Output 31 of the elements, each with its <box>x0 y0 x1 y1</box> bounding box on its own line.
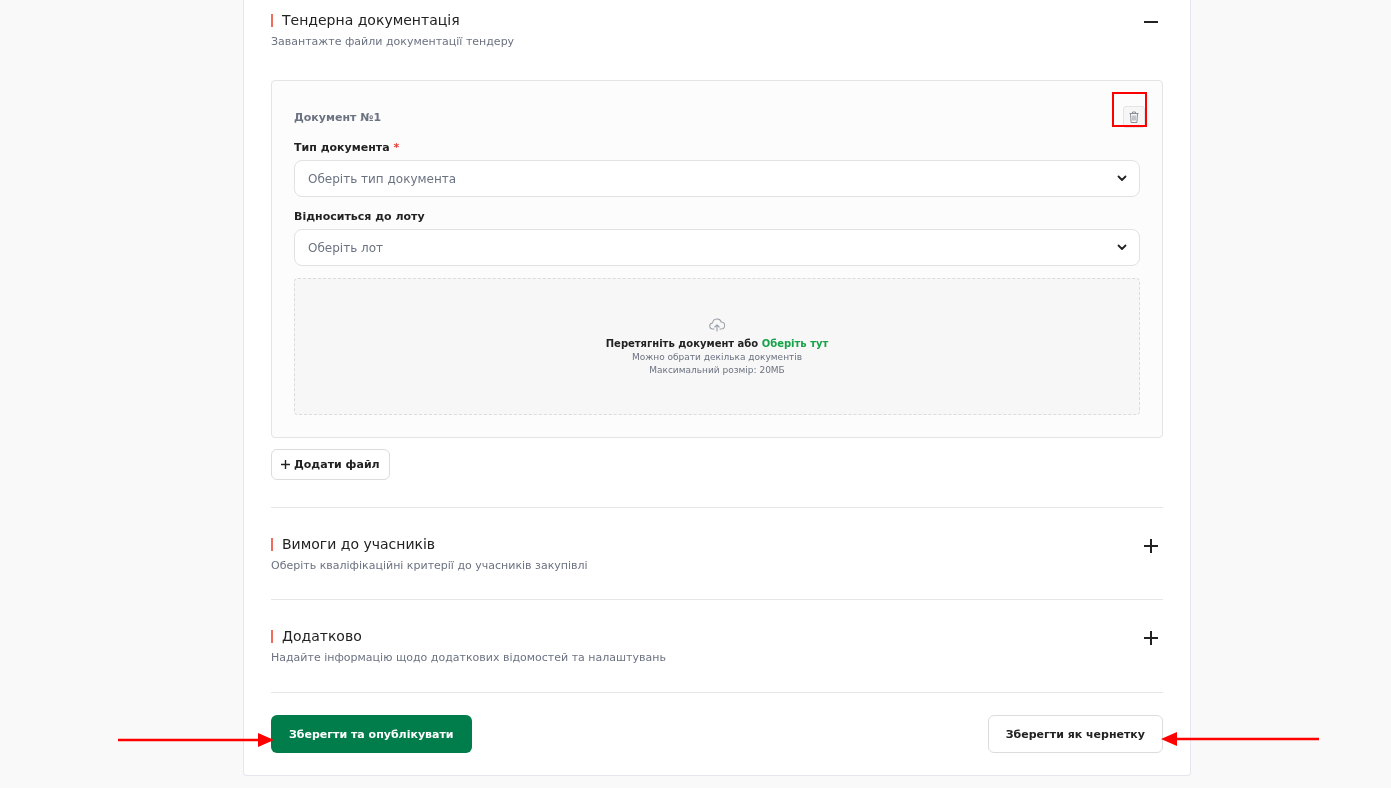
delete-button[interactable] <box>1123 106 1145 128</box>
section-subtitle: Надайте інформацію щодо додаткових відомостей та налаштувань <box>271 651 666 664</box>
section-title: Вимоги до учасників <box>282 535 436 554</box>
select-field[interactable]: Оберіть лот <box>294 229 1140 266</box>
expand-icon[interactable] <box>1144 539 1158 553</box>
trash-icon <box>1129 111 1139 123</box>
accent-bar <box>271 629 273 643</box>
document-title: Документ №1 <box>294 110 382 124</box>
upload-cloud-icon <box>709 318 725 332</box>
dropzone-text: Перетягніть документ або Оберіть тут <box>605 338 829 349</box>
expand-icon[interactable] <box>1144 631 1158 645</box>
accent-bar <box>271 13 273 27</box>
browse-link[interactable]: Оберіть тут <box>761 338 829 349</box>
section-subtitle: Завантажте файли документації тендеру <box>271 35 515 48</box>
max-size-hint: Максимальний розмір: 20МБ <box>649 365 785 375</box>
accent-bar <box>271 537 273 551</box>
section-subtitle: Оберіть кваліфікаційні критерії до учасників закупівлі <box>271 559 588 572</box>
plus-icon <box>281 460 290 469</box>
field-label: Відноситься до лоту <box>294 210 426 223</box>
dropzone[interactable]: Перетягніть документ або Оберіть тут Можно обрати декілька документів Максимальний розмір: 20МБ <box>294 278 1140 415</box>
highlight-frame <box>1112 92 1147 127</box>
section-title: Тендерна документація <box>282 11 460 30</box>
field-label: Тип документа * <box>294 141 401 154</box>
chevron-down-icon <box>1117 244 1127 251</box>
select-field[interactable]: Оберіть тип документа <box>294 160 1140 197</box>
save-draft-button[interactable]: Зберегти як чернетку <box>987 715 1163 753</box>
publish-button[interactable]: Зберегти та опублікувати <box>271 715 472 753</box>
dropzone-hint: Можно обрати декілька документів <box>631 352 803 362</box>
section-title: Додатково <box>282 627 362 646</box>
chevron-down-icon <box>1117 175 1127 182</box>
add-file-button[interactable]: Додати файл <box>271 449 390 480</box>
